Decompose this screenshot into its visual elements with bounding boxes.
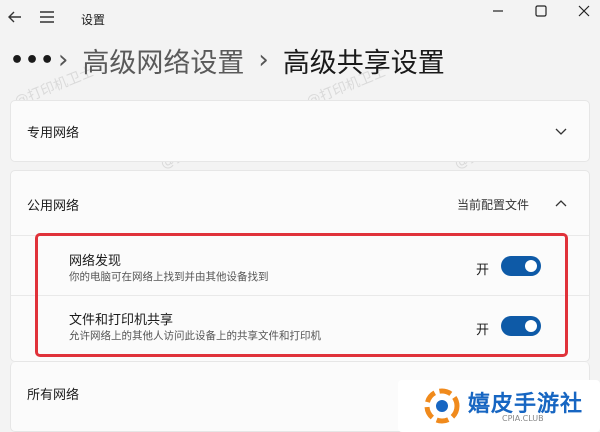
private-network-label: 专用网络 — [27, 126, 80, 141]
minimize-icon[interactable] — [490, 3, 506, 19]
breadcrumb-more-button[interactable]: ••• — [10, 48, 54, 73]
public-network-label: 公用网络 — [27, 199, 80, 214]
highlight-box — [35, 233, 568, 357]
chevron-up-icon[interactable] — [554, 198, 568, 208]
chevron-down-icon[interactable] — [554, 127, 568, 137]
back-arrow-icon[interactable] — [4, 6, 26, 28]
hamburger-menu-icon[interactable] — [38, 8, 56, 26]
window-title: 设置 — [81, 13, 106, 27]
breadcrumb-separator: › — [258, 45, 269, 75]
private-network-section[interactable]: 专用网络 — [10, 100, 590, 162]
breadcrumb-parent-link[interactable]: 高级网络设置 — [82, 41, 244, 80]
logo-icon — [424, 388, 460, 424]
maximize-icon[interactable] — [534, 3, 548, 19]
page-title: 高级共享设置 — [282, 47, 445, 79]
current-profile-label: 当前配置文件 — [457, 198, 530, 212]
logo-subtext: CPIA.CLUB — [502, 414, 544, 423]
title-bar: 设置 — [0, 0, 600, 38]
all-networks-label: 所有网络 — [27, 388, 80, 403]
site-logo: 嬉皮手游社 CPIA.CLUB — [398, 380, 600, 432]
close-icon[interactable] — [576, 3, 592, 19]
breadcrumb: ••• › 高级网络设置 › 高级共享设置 — [10, 40, 445, 80]
breadcrumb-separator: › — [58, 45, 69, 75]
